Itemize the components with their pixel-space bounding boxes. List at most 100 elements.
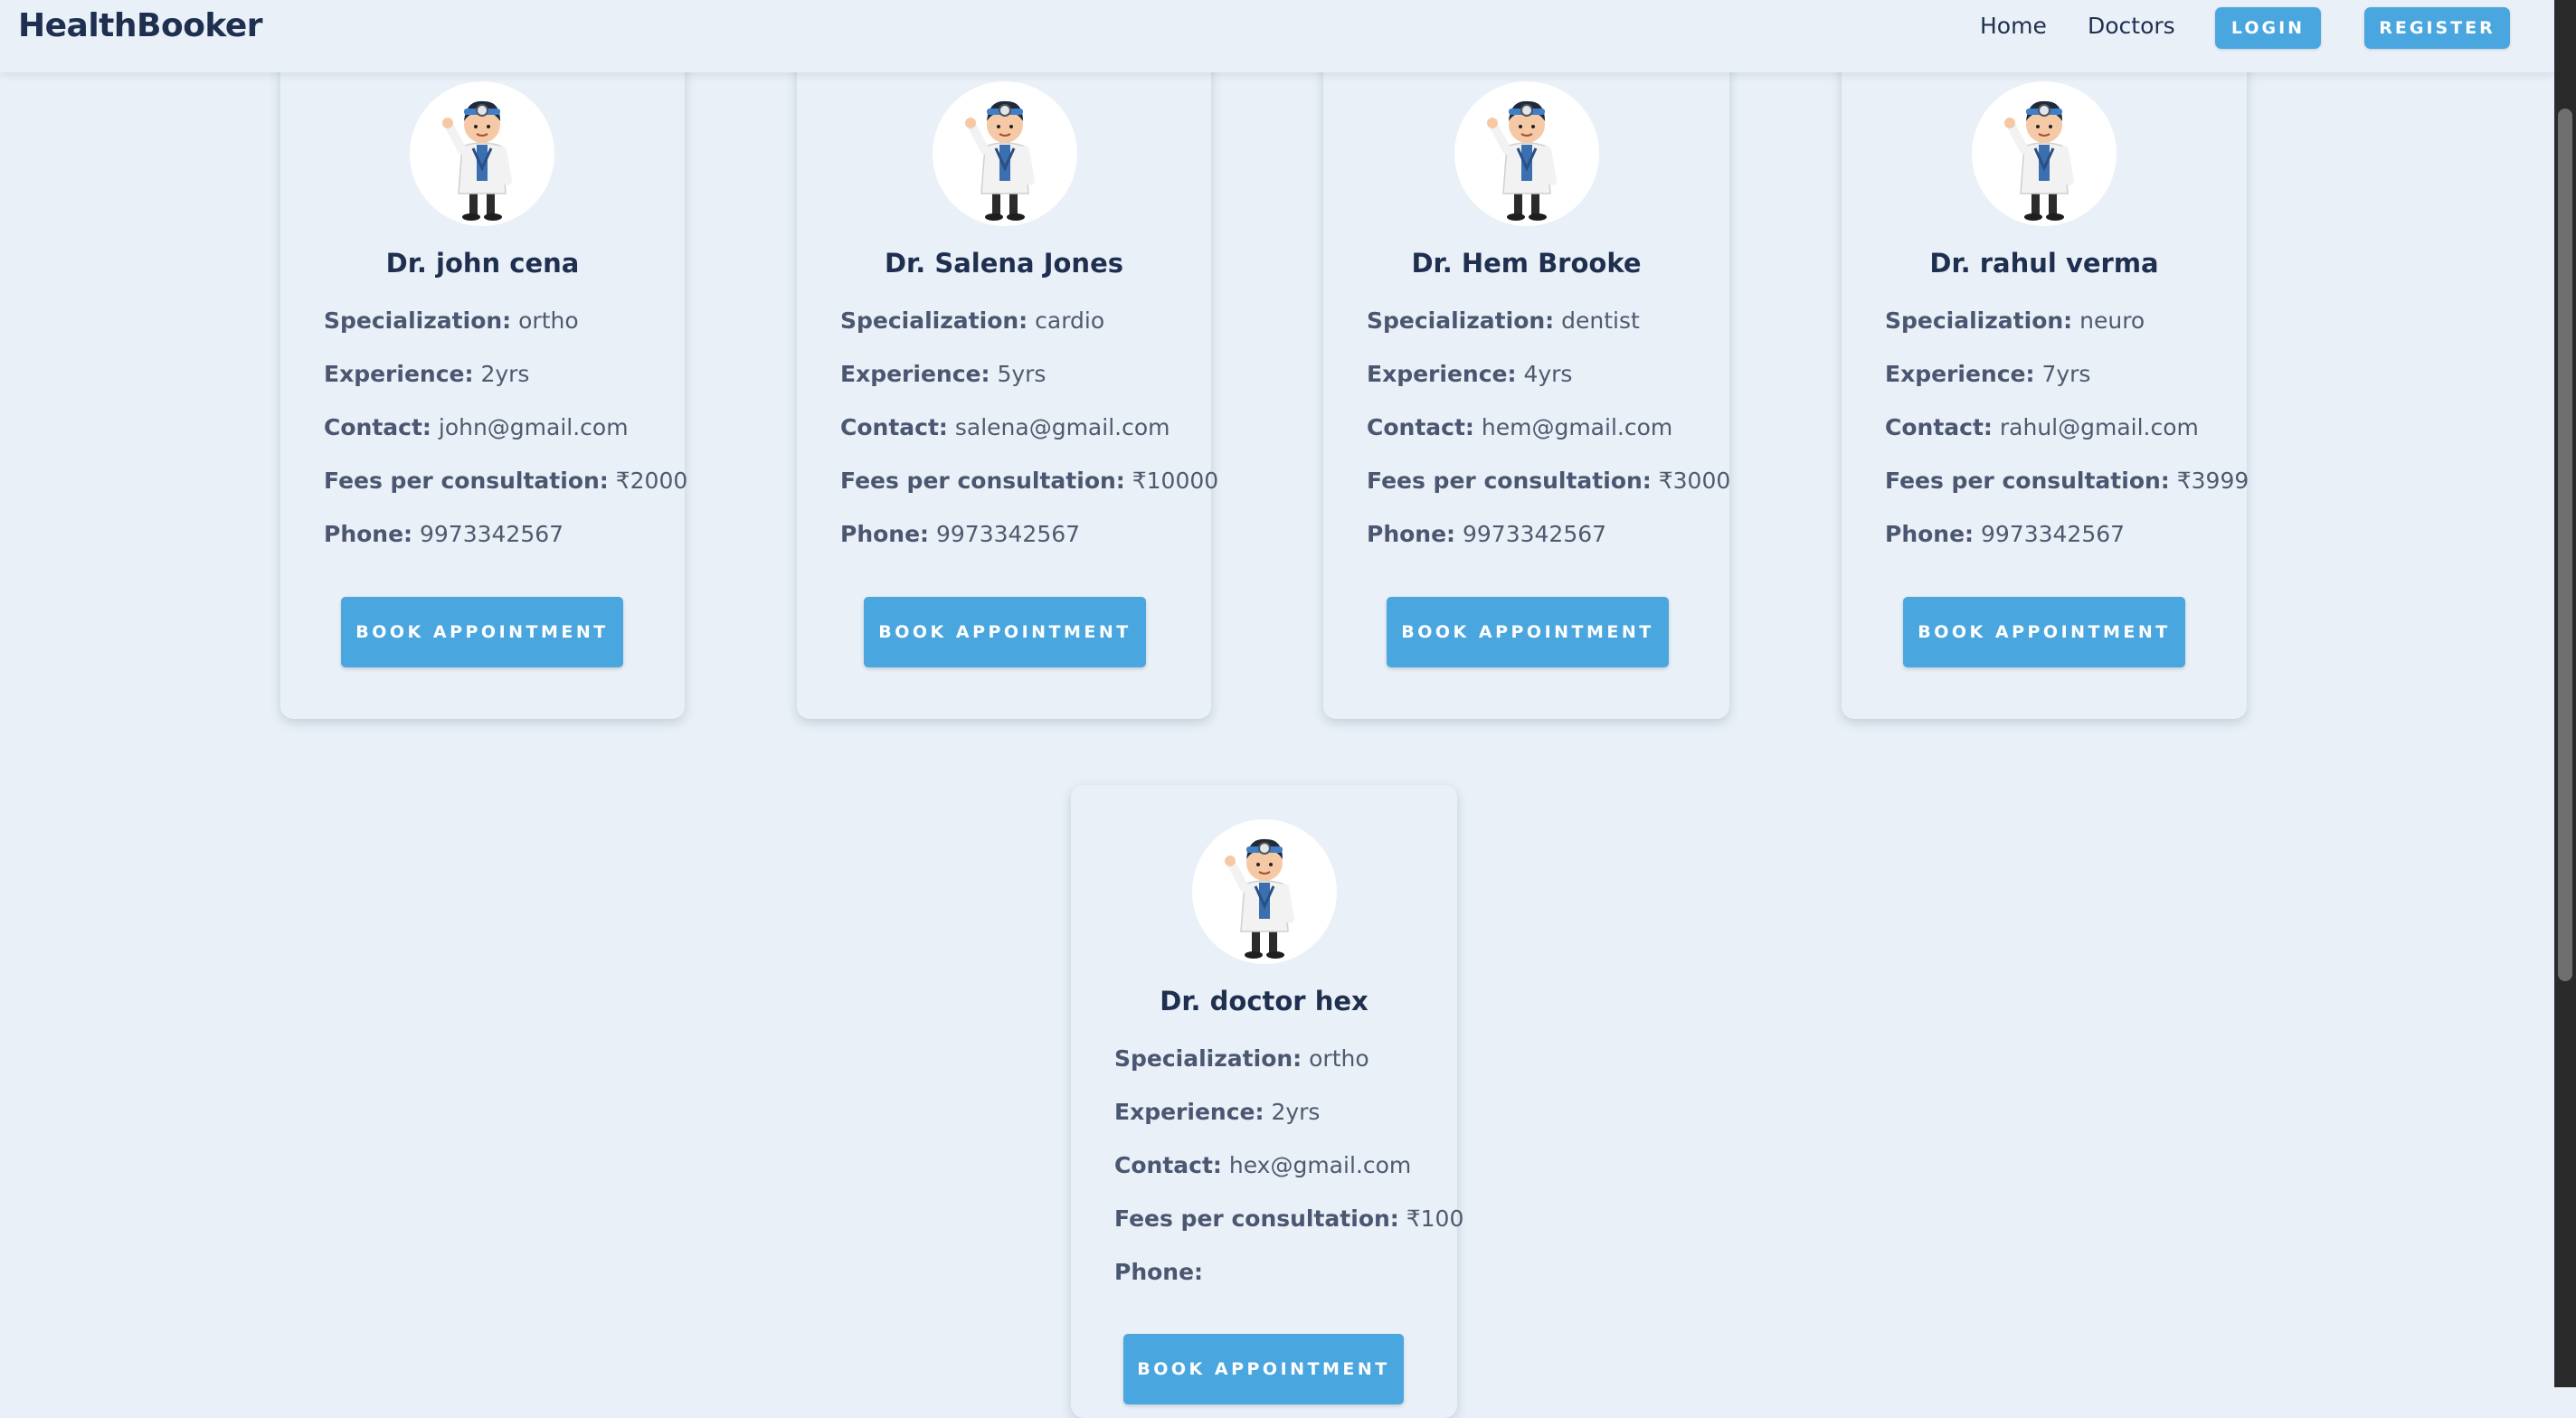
specialization-label: Specialization: xyxy=(324,307,512,334)
contact-value: hem@gmail.com xyxy=(1481,414,1673,440)
experience-field: Experience: 7yrs xyxy=(1885,361,2090,387)
phone-label: Phone: xyxy=(1885,521,1975,547)
experience-field: Experience: 5yrs xyxy=(840,361,1046,387)
specialization-value: ortho xyxy=(1309,1045,1369,1072)
specialization-field: Specialization: cardio xyxy=(840,307,1104,334)
doctor-card: Dr. Salena Jones Specialization: cardio … xyxy=(797,36,1218,719)
specialization-label: Specialization: xyxy=(1114,1045,1302,1072)
scrollbar-thumb[interactable] xyxy=(2558,109,2572,981)
nav-home-link[interactable]: Home xyxy=(1980,13,2047,39)
doctor-avatar-icon xyxy=(1972,81,2117,226)
experience-field: Experience: 2yrs xyxy=(1114,1099,1320,1125)
phone-field: Phone: 9973342567 xyxy=(1885,521,2125,547)
doctor-name: Dr. john cena xyxy=(385,248,580,279)
phone-label: Phone: xyxy=(840,521,930,547)
phone-label: Phone: xyxy=(1367,521,1456,547)
contact-value: hex@gmail.com xyxy=(1228,1152,1412,1178)
fees-label: Fees per consultation: xyxy=(1114,1205,1399,1232)
contact-field: Contact: john@gmail.com xyxy=(324,414,629,440)
experience-label: Experience: xyxy=(1114,1099,1264,1125)
contact-field: Contact: rahul@gmail.com xyxy=(1885,414,2199,440)
book-appointment-button[interactable]: BOOK APPOINTMENT xyxy=(341,597,623,667)
contact-value: salena@gmail.com xyxy=(954,414,1170,440)
specialization-value: dentist xyxy=(1561,307,1640,334)
brand-logo[interactable]: HealthBooker xyxy=(18,7,263,44)
contact-field: Contact: salena@gmail.com xyxy=(840,414,1170,440)
phone-field: Phone: xyxy=(1114,1259,1203,1285)
experience-value: 2yrs xyxy=(1271,1099,1321,1125)
fees-field: Fees per consultation: ₹100 xyxy=(1114,1205,1463,1232)
book-appointment-button[interactable]: BOOK APPOINTMENT xyxy=(1387,597,1669,667)
contact-field: Contact: hex@gmail.com xyxy=(1114,1152,1411,1178)
page-scrollbar[interactable] xyxy=(2554,0,2576,1387)
fees-value: ₹10000 xyxy=(1132,468,1219,494)
fees-label: Fees per consultation: xyxy=(324,468,609,494)
specialization-value: cardio xyxy=(1035,307,1105,334)
phone-field: Phone: 9973342567 xyxy=(1367,521,1606,547)
fees-label: Fees per consultation: xyxy=(840,468,1125,494)
doctor-card: Dr. Hem Brooke Specialization: dentist E… xyxy=(1323,36,1730,719)
fees-label: Fees per consultation: xyxy=(1885,468,2170,494)
experience-value: 4yrs xyxy=(1523,361,1573,387)
fees-label: Fees per consultation: xyxy=(1367,468,1652,494)
book-appointment-button[interactable]: BOOK APPOINTMENT xyxy=(864,597,1146,667)
phone-value: 9973342567 xyxy=(420,521,564,547)
contact-value: john@gmail.com xyxy=(438,414,629,440)
login-button[interactable]: LOGIN xyxy=(2215,7,2321,49)
contact-field: Contact: hem@gmail.com xyxy=(1367,414,1672,440)
fees-value: ₹3999 xyxy=(2176,468,2249,494)
specialization-field: Specialization: ortho xyxy=(1114,1045,1369,1072)
experience-label: Experience: xyxy=(1885,361,2035,387)
experience-field: Experience: 2yrs xyxy=(324,361,529,387)
fees-value: ₹2000 xyxy=(615,468,688,494)
fees-value: ₹3000 xyxy=(1658,468,1731,494)
specialization-label: Specialization: xyxy=(840,307,1028,334)
doctor-avatar-icon xyxy=(1454,81,1599,226)
register-button[interactable]: REGISTER xyxy=(2364,7,2510,49)
fees-field: Fees per consultation: ₹3999 xyxy=(1885,468,2249,494)
phone-field: Phone: 9973342567 xyxy=(840,521,1080,547)
fees-field: Fees per consultation: ₹3000 xyxy=(1367,468,1730,494)
experience-value: 7yrs xyxy=(2041,361,2091,387)
doctor-card: Dr. rahul verma Specialization: neuro Ex… xyxy=(1842,36,2249,719)
book-appointment-button[interactable]: BOOK APPOINTMENT xyxy=(1123,1334,1404,1404)
phone-value: 9973342567 xyxy=(936,521,1081,547)
doctor-card: Dr. doctor hex Specialization: ortho Exp… xyxy=(1071,785,1463,1418)
phone-field: Phone: 9973342567 xyxy=(324,521,564,547)
fees-value: ₹100 xyxy=(1406,1205,1464,1232)
experience-label: Experience: xyxy=(840,361,990,387)
contact-label: Contact: xyxy=(1367,414,1474,440)
book-appointment-button[interactable]: BOOK APPOINTMENT xyxy=(1903,597,2185,667)
doctor-avatar-icon xyxy=(410,81,554,226)
experience-value: 2yrs xyxy=(480,361,530,387)
doctor-name: Dr. Salena Jones xyxy=(884,248,1124,279)
specialization-value: ortho xyxy=(518,307,579,334)
specialization-label: Specialization: xyxy=(1367,307,1555,334)
experience-value: 5yrs xyxy=(997,361,1046,387)
doctor-name: Dr. doctor hex xyxy=(1160,986,1368,1016)
specialization-field: Specialization: ortho xyxy=(324,307,579,334)
navbar: HealthBooker Home Doctors LOGIN REGISTER xyxy=(0,0,2554,72)
contact-label: Contact: xyxy=(324,414,431,440)
experience-field: Experience: 4yrs xyxy=(1367,361,1572,387)
doctor-card: Dr. john cena Specialization: ortho Expe… xyxy=(280,36,687,719)
contact-label: Contact: xyxy=(1885,414,1993,440)
experience-label: Experience: xyxy=(324,361,474,387)
doctor-name: Dr. rahul verma xyxy=(1929,248,2159,279)
contact-value: rahul@gmail.com xyxy=(1999,414,2199,440)
contact-label: Contact: xyxy=(840,414,948,440)
doctor-avatar-icon xyxy=(933,81,1077,226)
specialization-value: neuro xyxy=(2079,307,2145,334)
specialization-field: Specialization: neuro xyxy=(1885,307,2145,334)
doctor-avatar-icon xyxy=(1192,819,1337,964)
fees-field: Fees per consultation: ₹2000 xyxy=(324,468,687,494)
specialization-field: Specialization: dentist xyxy=(1367,307,1640,334)
specialization-label: Specialization: xyxy=(1885,307,2073,334)
doctor-name: Dr. Hem Brooke xyxy=(1411,248,1642,279)
phone-value: 9973342567 xyxy=(1981,521,2126,547)
phone-label: Phone: xyxy=(1114,1259,1204,1285)
fees-field: Fees per consultation: ₹10000 xyxy=(840,468,1218,494)
contact-label: Contact: xyxy=(1114,1152,1222,1178)
nav-doctors-link[interactable]: Doctors xyxy=(2088,13,2175,39)
phone-value: 9973342567 xyxy=(1463,521,1607,547)
